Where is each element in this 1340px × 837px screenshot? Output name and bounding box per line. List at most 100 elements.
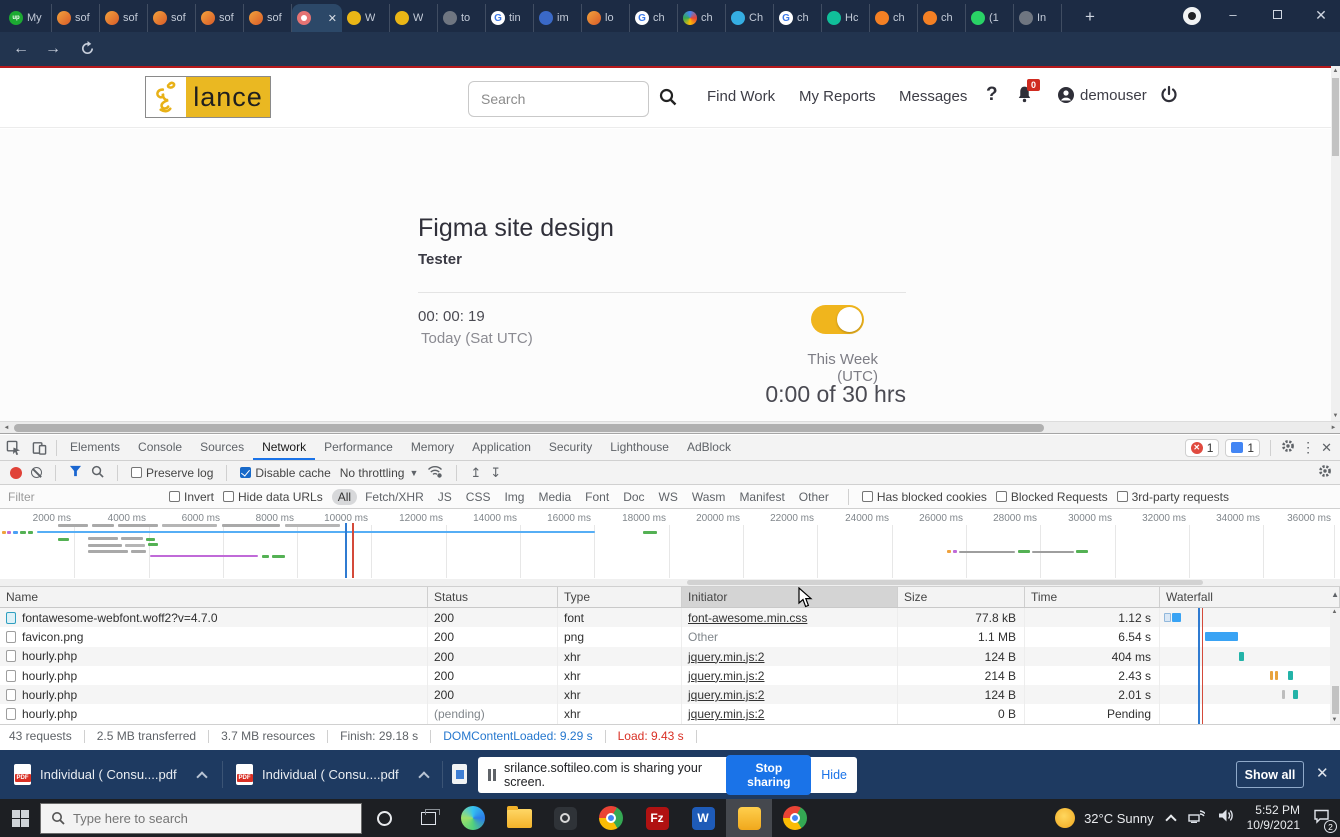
logout-power-icon[interactable]	[1160, 85, 1178, 108]
browser-tab[interactable]: lo ✕	[582, 4, 630, 32]
browser-tab[interactable]: sof ✕	[244, 4, 292, 32]
request-initiator[interactable]: jquery.min.js:2	[688, 650, 764, 664]
window-minimize-button[interactable]: –	[1216, 0, 1250, 30]
site-search-input[interactable]	[468, 81, 649, 117]
request-type-chip[interactable]: Fetch/XHR	[359, 489, 430, 505]
browser-tab[interactable]: ch ✕	[918, 4, 966, 32]
request-type-chip[interactable]: Other	[793, 489, 835, 505]
start-button[interactable]	[0, 799, 40, 837]
invert-checkbox[interactable]: Invert	[169, 490, 214, 504]
devtools-tab[interactable]: Network	[253, 435, 315, 460]
browser-tab[interactable]: ✕	[292, 4, 342, 32]
preserve-log-checkbox[interactable]: Preserve log	[131, 466, 213, 480]
search-network-icon[interactable]	[91, 465, 104, 481]
request-initiator[interactable]: font-awesome.min.css	[688, 611, 807, 625]
request-type-chip[interactable]: CSS	[460, 489, 497, 505]
browser-tab[interactable]: (1 ✕	[966, 4, 1014, 32]
taskbar-edge-app[interactable]	[450, 799, 496, 837]
scrollbar-thumb[interactable]	[1332, 686, 1339, 714]
downloaded-pdf-item[interactable]: PDF Individual ( Consu....pdf	[14, 759, 206, 790]
devtools-tab[interactable]: Memory	[402, 435, 463, 460]
scrollbar-thumb[interactable]	[1332, 78, 1339, 156]
user-menu[interactable]: demouser	[1057, 86, 1147, 104]
network-request-row[interactable]: hourly.php 200 xhr jquery.min.js:2 124 B…	[0, 685, 1340, 704]
tab-close-icon[interactable]: ✕	[328, 12, 337, 25]
third-party-requests-checkbox[interactable]: 3rd-party requests	[1117, 490, 1229, 504]
table-vertical-scrollbar[interactable]: ▲ ▼	[1330, 608, 1340, 724]
taskbar-active-app[interactable]	[726, 799, 772, 837]
device-toolbar-icon[interactable]	[26, 436, 52, 460]
reload-button[interactable]	[74, 40, 100, 64]
browser-tab[interactable]: In ✕	[1014, 4, 1062, 32]
request-type-chip[interactable]: Font	[579, 489, 615, 505]
downloads-bar-close-icon[interactable]: ✕	[1316, 764, 1329, 782]
request-type-chip[interactable]: Doc	[617, 489, 650, 505]
network-request-row[interactable]: fontawesome-webfont.woff2?v=4.7.0 200 fo…	[0, 608, 1340, 627]
network-filter-input[interactable]	[8, 490, 160, 504]
request-type-chip[interactable]: JS	[432, 489, 458, 505]
show-all-downloads-button[interactable]: Show all	[1236, 761, 1304, 788]
action-center-icon[interactable]: 2	[1313, 808, 1330, 829]
window-close-button[interactable]: ✕	[1304, 0, 1338, 30]
browser-tab[interactable]: sof ✕	[196, 4, 244, 32]
taskbar-dark-app[interactable]	[542, 799, 588, 837]
request-type-chip[interactable]: Media	[532, 489, 577, 505]
taskbar-chrome2-app[interactable]	[772, 799, 818, 837]
srilance-logo[interactable]: lance	[145, 76, 271, 118]
network-request-row[interactable]: hourly.php 200 xhr jquery.min.js:2 124 B…	[0, 647, 1340, 666]
request-type-chip[interactable]: Wasm	[686, 489, 732, 505]
devtools-menu-icon[interactable]: ⋮	[1301, 439, 1315, 456]
disable-cache-checkbox[interactable]: Disable cache	[240, 466, 330, 480]
request-initiator[interactable]: jquery.min.js:2	[688, 707, 764, 721]
timeline-scrollbar[interactable]	[0, 579, 1340, 586]
scroll-up-icon[interactable]: ▲	[1331, 68, 1340, 74]
page-horizontal-scrollbar[interactable]: ◄ ►	[0, 421, 1340, 433]
download-options-chevron-icon[interactable]	[418, 771, 429, 782]
scroll-right-icon[interactable]: ►	[1329, 425, 1338, 431]
scrollbar-thumb[interactable]	[687, 580, 1203, 585]
hide-data-urls-checkbox[interactable]: Hide data URLs	[223, 490, 323, 504]
browser-tab[interactable]: sof ✕	[148, 4, 196, 32]
record-network-log-icon[interactable]	[10, 467, 22, 479]
browser-profile-icon[interactable]	[1183, 7, 1201, 25]
browser-tab[interactable]: ch ✕	[678, 4, 726, 32]
column-header-name[interactable]: Name	[0, 587, 428, 607]
network-tray-icon[interactable]	[1188, 808, 1205, 828]
network-overview-timeline[interactable]: 2000 ms4000 ms6000 ms8000 ms10000 ms1200…	[0, 509, 1340, 587]
scroll-up-icon[interactable]: ▲	[1330, 609, 1339, 615]
devtools-tab[interactable]: Console	[129, 435, 191, 460]
hide-sharing-link[interactable]: Hide	[821, 768, 847, 782]
devtools-tab[interactable]: Elements	[61, 435, 129, 460]
nav-find-work[interactable]: Find Work	[707, 88, 775, 105]
taskbar-filezilla-app[interactable]: Fz	[634, 799, 680, 837]
devtools-settings-gear-icon[interactable]	[1281, 439, 1295, 456]
column-header-waterfall[interactable]: Waterfall▲	[1160, 587, 1340, 607]
browser-tab[interactable]: sof ✕	[52, 4, 100, 32]
window-maximize-button[interactable]	[1260, 0, 1294, 30]
devtools-close-icon[interactable]: ✕	[1321, 440, 1332, 456]
help-icon[interactable]: ?	[986, 84, 998, 106]
downloaded-pdf-item[interactable]: PDF Individual ( Consu....pdf	[236, 759, 428, 790]
request-type-chip[interactable]: WS	[653, 489, 684, 505]
console-messages-badge[interactable]: 1	[1225, 439, 1260, 457]
request-initiator[interactable]: Other	[688, 630, 718, 644]
browser-tab[interactable]: W ✕	[390, 4, 438, 32]
throttling-dropdown[interactable]: No throttling▼	[340, 466, 419, 480]
taskbar-search-input[interactable]	[73, 811, 323, 826]
column-header-initiator[interactable]: Initiator	[682, 587, 898, 607]
request-type-chip[interactable]: Img	[498, 489, 530, 505]
request-type-chip[interactable]: All	[332, 489, 357, 505]
export-har-icon[interactable]: ↧	[490, 468, 501, 478]
clear-network-log-icon[interactable]	[31, 467, 42, 478]
network-request-row[interactable]: hourly.php (pending) xhr jquery.min.js:2…	[0, 704, 1340, 723]
import-har-icon[interactable]: ↥	[470, 468, 481, 478]
page-vertical-scrollbar[interactable]: ▲ ▼	[1331, 66, 1340, 421]
request-initiator[interactable]: jquery.min.js:2	[688, 688, 764, 702]
network-request-row[interactable]: hourly.php 200 xhr jquery.min.js:2 214 B…	[0, 666, 1340, 685]
task-view-button[interactable]	[406, 812, 450, 825]
request-initiator[interactable]: jquery.min.js:2	[688, 669, 764, 683]
scrollbar-thumb[interactable]	[14, 424, 1044, 432]
column-header-time[interactable]: Time	[1025, 587, 1160, 607]
browser-tab[interactable]: sof ✕	[100, 4, 148, 32]
stop-sharing-button[interactable]: Stop sharing	[726, 755, 811, 795]
